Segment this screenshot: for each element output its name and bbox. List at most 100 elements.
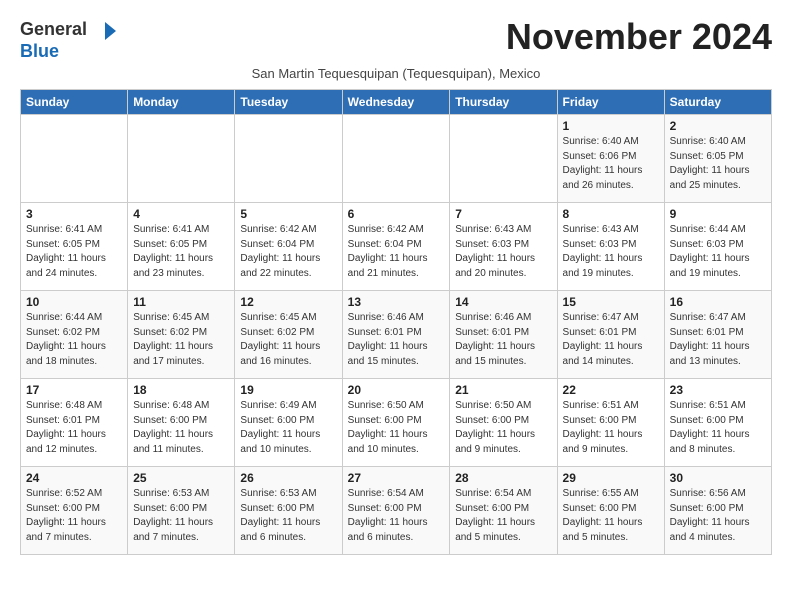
day-info: Sunrise: 6:43 AMSunset: 6:03 PMDaylight:… <box>455 223 551 281</box>
calendar-cell: 23 Sunrise: 6:51 AMSunset: 6:00 PMDayligh… <box>664 379 771 467</box>
weekday-header: Monday <box>128 90 235 115</box>
day-number: 17 <box>26 383 122 397</box>
day-info: Sunrise: 6:52 AMSunset: 6:00 PMDaylight:… <box>26 487 122 545</box>
day-info: Sunrise: 6:42 AMSunset: 6:04 PMDaylight:… <box>348 223 445 281</box>
calendar-cell <box>128 115 235 203</box>
header: General Blue November 2024 <box>20 16 772 62</box>
day-number: 14 <box>455 295 551 309</box>
calendar-cell: 6 Sunrise: 6:42 AMSunset: 6:04 PMDaylight… <box>342 203 450 291</box>
calendar-cell: 30 Sunrise: 6:56 AMSunset: 6:00 PMDayligh… <box>664 467 771 555</box>
calendar-cell: 22 Sunrise: 6:51 AMSunset: 6:00 PMDayligh… <box>557 379 664 467</box>
day-number: 18 <box>133 383 229 397</box>
day-number: 8 <box>563 207 659 221</box>
calendar-cell: 28 Sunrise: 6:54 AMSunset: 6:00 PMDayligh… <box>450 467 557 555</box>
day-info: Sunrise: 6:48 AMSunset: 6:00 PMDaylight:… <box>133 399 229 457</box>
calendar-cell <box>342 115 450 203</box>
weekday-header: Friday <box>557 90 664 115</box>
calendar-cell: 4 Sunrise: 6:41 AMSunset: 6:05 PMDaylight… <box>128 203 235 291</box>
calendar: SundayMondayTuesdayWednesdayThursdayFrid… <box>20 89 772 555</box>
day-info: Sunrise: 6:46 AMSunset: 6:01 PMDaylight:… <box>455 311 551 369</box>
calendar-cell: 10 Sunrise: 6:44 AMSunset: 6:02 PMDayligh… <box>21 291 128 379</box>
day-info: Sunrise: 6:48 AMSunset: 6:01 PMDaylight:… <box>26 399 122 457</box>
day-number: 9 <box>670 207 766 221</box>
day-info: Sunrise: 6:54 AMSunset: 6:00 PMDaylight:… <box>455 487 551 545</box>
day-info: Sunrise: 6:53 AMSunset: 6:00 PMDaylight:… <box>240 487 336 545</box>
day-number: 7 <box>455 207 551 221</box>
day-info: Sunrise: 6:41 AMSunset: 6:05 PMDaylight:… <box>26 223 122 281</box>
day-number: 4 <box>133 207 229 221</box>
calendar-cell <box>235 115 342 203</box>
day-info: Sunrise: 6:50 AMSunset: 6:00 PMDaylight:… <box>455 399 551 457</box>
day-number: 19 <box>240 383 336 397</box>
logo: General Blue <box>20 20 116 62</box>
day-number: 12 <box>240 295 336 309</box>
day-info: Sunrise: 6:47 AMSunset: 6:01 PMDaylight:… <box>670 311 766 369</box>
day-number: 29 <box>563 471 659 485</box>
day-info: Sunrise: 6:53 AMSunset: 6:00 PMDaylight:… <box>133 487 229 545</box>
day-number: 3 <box>26 207 122 221</box>
calendar-cell: 3 Sunrise: 6:41 AMSunset: 6:05 PMDaylight… <box>21 203 128 291</box>
calendar-cell: 7 Sunrise: 6:43 AMSunset: 6:03 PMDaylight… <box>450 203 557 291</box>
calendar-cell: 17 Sunrise: 6:48 AMSunset: 6:01 PMDayligh… <box>21 379 128 467</box>
day-number: 1 <box>563 119 659 133</box>
day-number: 23 <box>670 383 766 397</box>
day-info: Sunrise: 6:49 AMSunset: 6:00 PMDaylight:… <box>240 399 336 457</box>
day-info: Sunrise: 6:44 AMSunset: 6:03 PMDaylight:… <box>670 223 766 281</box>
day-info: Sunrise: 6:47 AMSunset: 6:01 PMDaylight:… <box>563 311 659 369</box>
day-info: Sunrise: 6:56 AMSunset: 6:00 PMDaylight:… <box>670 487 766 545</box>
day-number: 10 <box>26 295 122 309</box>
day-info: Sunrise: 6:51 AMSunset: 6:00 PMDaylight:… <box>670 399 766 457</box>
day-info: Sunrise: 6:46 AMSunset: 6:01 PMDaylight:… <box>348 311 445 369</box>
weekday-header: Thursday <box>450 90 557 115</box>
day-info: Sunrise: 6:42 AMSunset: 6:04 PMDaylight:… <box>240 223 336 281</box>
calendar-cell: 21 Sunrise: 6:50 AMSunset: 6:00 PMDayligh… <box>450 379 557 467</box>
day-info: Sunrise: 6:41 AMSunset: 6:05 PMDaylight:… <box>133 223 229 281</box>
day-number: 2 <box>670 119 766 133</box>
calendar-cell: 5 Sunrise: 6:42 AMSunset: 6:04 PMDaylight… <box>235 203 342 291</box>
day-number: 13 <box>348 295 445 309</box>
calendar-cell: 18 Sunrise: 6:48 AMSunset: 6:00 PMDayligh… <box>128 379 235 467</box>
weekday-header: Wednesday <box>342 90 450 115</box>
calendar-cell: 27Sunrise: 6:54 AMSunset: 6:00 PMDayligh… <box>342 467 450 555</box>
weekday-header: Tuesday <box>235 90 342 115</box>
day-info: Sunrise: 6:40 AMSunset: 6:05 PMDaylight:… <box>670 135 766 193</box>
day-number: 6 <box>348 207 445 221</box>
day-info: Sunrise: 6:51 AMSunset: 6:00 PMDaylight:… <box>563 399 659 457</box>
calendar-cell <box>450 115 557 203</box>
logo-general: General <box>20 19 87 39</box>
month-title: November 2024 <box>506 16 772 58</box>
calendar-cell: 12Sunrise: 6:45 AMSunset: 6:02 PMDayligh… <box>235 291 342 379</box>
calendar-cell: 8 Sunrise: 6:43 AMSunset: 6:03 PMDaylight… <box>557 203 664 291</box>
weekday-header: Sunday <box>21 90 128 115</box>
calendar-cell: 13 Sunrise: 6:46 AMSunset: 6:01 PMDayligh… <box>342 291 450 379</box>
day-number: 27 <box>348 471 445 485</box>
calendar-cell: 16 Sunrise: 6:47 AMSunset: 6:01 PMDayligh… <box>664 291 771 379</box>
day-number: 30 <box>670 471 766 485</box>
logo-blue: Blue <box>20 41 59 61</box>
day-info: Sunrise: 6:43 AMSunset: 6:03 PMDaylight:… <box>563 223 659 281</box>
day-info: Sunrise: 6:50 AMSunset: 6:00 PMDaylight:… <box>348 399 445 457</box>
day-number: 21 <box>455 383 551 397</box>
calendar-cell: 20 Sunrise: 6:50 AMSunset: 6:00 PMDayligh… <box>342 379 450 467</box>
calendar-cell: 25 Sunrise: 6:53 AMSunset: 6:00 PMDayligh… <box>128 467 235 555</box>
calendar-cell: 2 Sunrise: 6:40 AMSunset: 6:05 PMDaylight… <box>664 115 771 203</box>
day-number: 16 <box>670 295 766 309</box>
calendar-cell: 1 Sunrise: 6:40 AMSunset: 6:06 PMDaylight… <box>557 115 664 203</box>
day-info: Sunrise: 6:44 AMSunset: 6:02 PMDaylight:… <box>26 311 122 369</box>
day-number: 15 <box>563 295 659 309</box>
calendar-cell <box>21 115 128 203</box>
day-number: 22 <box>563 383 659 397</box>
subtitle: San Martin Tequesquipan (Tequesquipan), … <box>20 66 772 81</box>
day-number: 20 <box>348 383 445 397</box>
day-number: 28 <box>455 471 551 485</box>
weekday-header: Saturday <box>664 90 771 115</box>
calendar-cell: 19 Sunrise: 6:49 AMSunset: 6:00 PMDayligh… <box>235 379 342 467</box>
calendar-cell: 15 Sunrise: 6:47 AMSunset: 6:01 PMDayligh… <box>557 291 664 379</box>
day-number: 24 <box>26 471 122 485</box>
day-number: 26 <box>240 471 336 485</box>
calendar-cell: 26 Sunrise: 6:53 AMSunset: 6:00 PMDayligh… <box>235 467 342 555</box>
day-number: 25 <box>133 471 229 485</box>
logo-text: General <box>20 20 116 42</box>
day-number: 5 <box>240 207 336 221</box>
day-info: Sunrise: 6:40 AMSunset: 6:06 PMDaylight:… <box>563 135 659 193</box>
